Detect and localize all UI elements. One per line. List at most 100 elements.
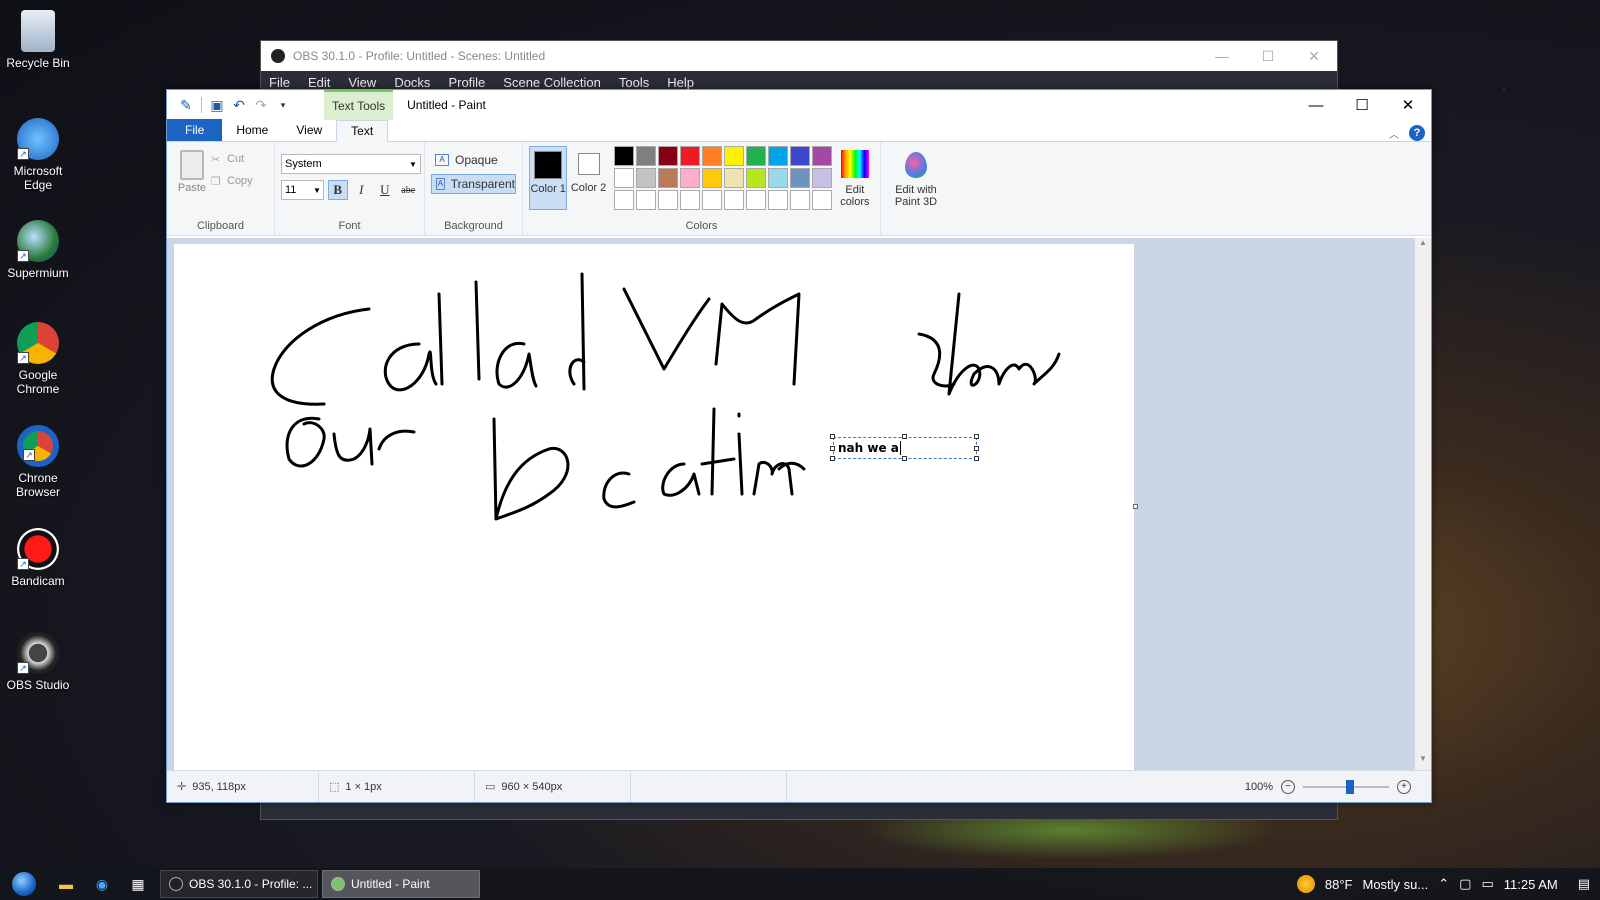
desktop-icon-obs-studio[interactable]: ↗ OBS Studio (2, 632, 74, 692)
taskbar-paint[interactable]: Untitled - Paint (322, 870, 480, 898)
help-icon[interactable]: ? (1409, 125, 1425, 141)
taskbar-obs[interactable]: OBS 30.1.0 - Profile: ... (160, 870, 318, 898)
palette-swatch[interactable] (657, 168, 678, 188)
palette-swatch[interactable] (723, 190, 744, 210)
palette-swatch[interactable] (613, 190, 634, 210)
palette-swatch[interactable] (679, 190, 700, 210)
palette-swatch[interactable] (657, 190, 678, 210)
palette-swatch[interactable] (767, 190, 788, 210)
desktop-icon-supermium[interactable]: ↗ Supermium (2, 220, 74, 280)
palette-swatch[interactable] (811, 190, 832, 210)
minimize-icon[interactable]: — (1293, 90, 1339, 120)
tab-file[interactable]: File (167, 119, 223, 141)
desktop-icon-microsoft-edge[interactable]: ↗ Microsoft Edge (2, 118, 74, 192)
desktop-icon-recycle-bin[interactable]: Recycle Bin (2, 10, 74, 70)
file-explorer-icon[interactable]: ▬ (48, 868, 84, 900)
obs-menu-file[interactable]: File (269, 75, 290, 90)
canvas-resize-handle[interactable] (1133, 504, 1138, 509)
vertical-scrollbar[interactable]: ▲ ▼ (1415, 238, 1431, 770)
zoom-slider[interactable] (1303, 779, 1389, 794)
scroll-up-icon[interactable]: ▲ (1415, 238, 1431, 254)
underline-button[interactable]: U (375, 180, 394, 200)
store-icon[interactable]: ▦ (120, 868, 156, 900)
bold-button[interactable]: B (328, 180, 348, 200)
meet-now-icon[interactable]: ▢ (1459, 876, 1471, 892)
paint-title-bar[interactable]: ✎ ▣ ↶ ↷ ▾ Text Tools Untitled - Paint — … (167, 90, 1431, 120)
network-icon[interactable]: ▭ (1481, 876, 1493, 892)
close-icon[interactable]: ✕ (1291, 48, 1337, 65)
tab-text[interactable]: Text (336, 120, 389, 142)
resize-handle[interactable] (974, 446, 979, 451)
desktop-icon-chrone-browser[interactable]: ↗ Chrone Browser (2, 425, 74, 499)
undo-icon[interactable]: ↶ (228, 94, 250, 116)
palette-swatch[interactable] (745, 168, 766, 188)
palette-swatch[interactable] (811, 168, 832, 188)
zoom-slider-thumb[interactable] (1345, 779, 1354, 794)
resize-handle[interactable] (974, 434, 979, 439)
desktop-icon-bandicam[interactable]: ↗ Bandicam (2, 528, 74, 588)
palette-swatch[interactable] (789, 168, 810, 188)
palette-swatch[interactable] (789, 146, 810, 166)
palette-swatch[interactable] (745, 146, 766, 166)
font-family-select[interactable]: System ▼ (281, 154, 421, 174)
resize-handle[interactable] (902, 434, 907, 439)
maximize-icon[interactable]: ☐ (1339, 90, 1385, 120)
resize-handle[interactable] (902, 456, 907, 461)
cut-button[interactable]: ✂ Cut (211, 148, 253, 170)
obs-menu-docks[interactable]: Docks (394, 75, 430, 90)
redo-icon[interactable]: ↷ (250, 94, 272, 116)
tray-chevron-icon[interactable]: ⌃ (1438, 876, 1449, 892)
palette-swatch[interactable] (811, 146, 832, 166)
obs-menu-edit[interactable]: Edit (308, 75, 330, 90)
edit-with-paint3d-button[interactable]: Edit with Paint 3D (881, 142, 951, 235)
transparent-option[interactable]: A Transparent (431, 174, 516, 194)
palette-swatch[interactable] (635, 146, 656, 166)
maximize-icon[interactable]: ☐ (1245, 48, 1291, 65)
paint-app-icon[interactable]: ✎ (175, 94, 197, 116)
obs-menu-tools[interactable]: Tools (619, 75, 649, 90)
scroll-down-icon[interactable]: ▼ (1415, 754, 1431, 770)
palette-swatch[interactable] (723, 146, 744, 166)
resize-handle[interactable] (830, 456, 835, 461)
palette-swatch[interactable] (723, 168, 744, 188)
resize-handle[interactable] (830, 434, 835, 439)
obs-menu-help[interactable]: Help (667, 75, 694, 90)
save-icon[interactable]: ▣ (206, 94, 228, 116)
palette-swatch[interactable] (657, 146, 678, 166)
edge-icon[interactable]: ◉ (84, 868, 120, 900)
clock[interactable]: 11:25 AM (1504, 877, 1558, 892)
palette-swatch[interactable] (679, 146, 700, 166)
drawing-canvas[interactable]: nah we a (174, 244, 1134, 784)
palette-swatch[interactable] (745, 190, 766, 210)
palette-swatch[interactable] (613, 146, 634, 166)
color2-button[interactable]: Color 2 (569, 146, 607, 210)
tab-view[interactable]: View (282, 119, 336, 141)
color1-button[interactable]: Color 1 (529, 146, 568, 210)
opaque-option[interactable]: A Opaque (431, 150, 516, 170)
weather-text[interactable]: Mostly su... (1362, 877, 1428, 892)
obs-menu-view[interactable]: View (348, 75, 376, 90)
zoom-out-icon[interactable]: − (1281, 779, 1295, 794)
palette-swatch[interactable] (701, 190, 722, 210)
notification-icon[interactable]: ▤ (1578, 876, 1590, 892)
desktop-icon-google-chrome[interactable]: ↗ Google Chrome (2, 322, 74, 396)
zoom-in-icon[interactable]: + (1397, 779, 1411, 794)
palette-swatch[interactable] (701, 146, 722, 166)
obs-menu-profile[interactable]: Profile (448, 75, 485, 90)
strikethrough-button[interactable]: abe (399, 180, 418, 200)
start-button[interactable] (0, 868, 48, 900)
resize-handle[interactable] (974, 456, 979, 461)
palette-swatch[interactable] (767, 168, 788, 188)
paint-window[interactable]: ✎ ▣ ↶ ↷ ▾ Text Tools Untitled - Paint — … (166, 89, 1432, 803)
palette-swatch[interactable] (679, 168, 700, 188)
collapse-ribbon-icon[interactable]: ︿ (1389, 126, 1399, 141)
weather-sun-icon[interactable] (1296, 875, 1315, 893)
copy-button[interactable]: ❐ Copy (211, 170, 253, 192)
palette-swatch[interactable] (613, 168, 634, 188)
palette-swatch[interactable] (635, 168, 656, 188)
customize-qat-icon[interactable]: ▾ (272, 94, 294, 116)
resize-handle[interactable] (830, 446, 835, 451)
tab-home[interactable]: Home (222, 119, 282, 141)
close-icon[interactable]: ✕ (1385, 90, 1431, 120)
minimize-icon[interactable]: — (1199, 48, 1245, 65)
